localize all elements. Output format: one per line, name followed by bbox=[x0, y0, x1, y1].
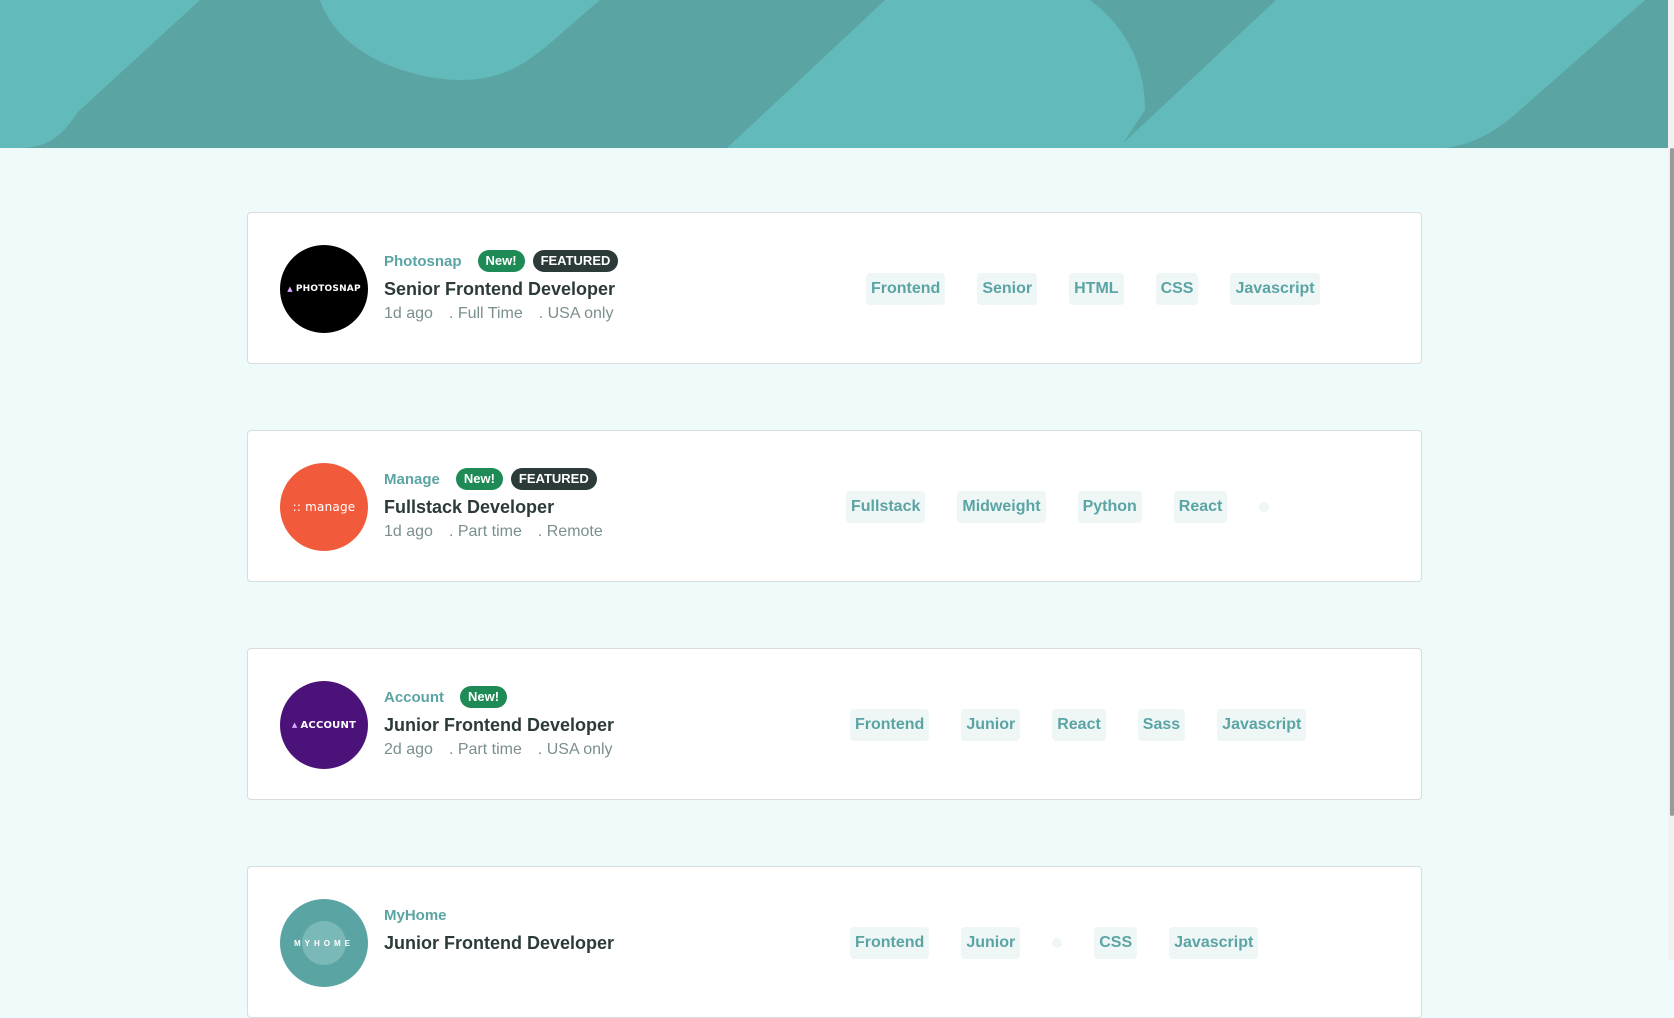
job-card[interactable]: ▲ ACCOUNT Account New! Junior Frontend D… bbox=[247, 648, 1422, 800]
job-meta: 1d ago . Part time . Remote bbox=[384, 521, 619, 543]
tag-css[interactable]: CSS bbox=[1155, 273, 1199, 305]
posted-at: 1d ago bbox=[384, 523, 433, 540]
tag-javascript[interactable]: Javascript bbox=[1169, 927, 1259, 959]
company-name: Manage bbox=[384, 470, 440, 488]
contract-type: . Full Time bbox=[448, 305, 523, 322]
empty-tag bbox=[1259, 502, 1270, 512]
tag-junior[interactable]: Junior bbox=[961, 709, 1021, 741]
tag-list: Frontend Junior CSS Javascript bbox=[850, 927, 1290, 959]
job-card[interactable]: :: manage Manage New! FEATURED Fullstack… bbox=[247, 430, 1422, 582]
job-position[interactable]: Junior Frontend Developer bbox=[384, 713, 629, 737]
job-position[interactable]: Fullstack Developer bbox=[384, 495, 619, 519]
contract-type: . Part time bbox=[448, 523, 522, 540]
tag-list: Frontend Senior HTML CSS Javascript bbox=[866, 273, 1352, 305]
tag-midweight[interactable]: Midweight bbox=[957, 491, 1046, 523]
job-info: Photosnap New! FEATURED Senior Frontend … bbox=[384, 249, 629, 325]
scrollbar-thumb[interactable] bbox=[1670, 148, 1674, 816]
triangle-icon: ▲ bbox=[287, 285, 293, 293]
posted-at: 1d ago bbox=[384, 305, 433, 322]
job-card[interactable]: MYHOME MyHome Junior Frontend Developer … bbox=[247, 866, 1422, 1018]
company-logo-text: MYHOME bbox=[294, 938, 354, 948]
logo-label: ACCOUNT bbox=[300, 719, 357, 731]
tag-frontend[interactable]: Frontend bbox=[850, 709, 930, 741]
header-banner bbox=[0, 0, 1674, 148]
job-location: . USA only bbox=[538, 305, 614, 322]
featured-badge: FEATURED bbox=[510, 468, 597, 490]
tag-react[interactable]: React bbox=[1173, 491, 1228, 523]
featured-badge: FEATURED bbox=[532, 250, 619, 272]
posted-at: 2d ago bbox=[384, 741, 433, 758]
new-badge: New! bbox=[460, 686, 508, 708]
tag-frontend[interactable]: Frontend bbox=[866, 273, 946, 305]
job-location: . Remote bbox=[537, 523, 603, 540]
new-badge: New! bbox=[477, 250, 525, 272]
tag-css[interactable]: CSS bbox=[1094, 927, 1138, 959]
tag-list: Fullstack Midweight Python React bbox=[846, 491, 1301, 523]
tag-list: Frontend Junior React Sass Javascript bbox=[850, 709, 1338, 741]
company-logo: ▲ ACCOUNT bbox=[280, 681, 368, 769]
job-info: Manage New! FEATURED Fullstack Developer… bbox=[384, 467, 619, 543]
company-logo-text: ▲ PHOTOSNAP bbox=[287, 284, 361, 294]
new-badge: New! bbox=[455, 468, 503, 490]
company-name: Photosnap bbox=[384, 252, 462, 270]
job-position[interactable]: Senior Frontend Developer bbox=[384, 277, 629, 301]
triangle-icon: ▲ bbox=[291, 721, 298, 729]
tag-javascript[interactable]: Javascript bbox=[1217, 709, 1307, 741]
tag-html[interactable]: HTML bbox=[1069, 273, 1124, 305]
job-card[interactable]: ▲ PHOTOSNAP Photosnap New! FEATURED Seni… bbox=[247, 212, 1422, 364]
company-logo-text: ▲ ACCOUNT bbox=[292, 720, 356, 731]
company-logo: :: manage bbox=[280, 463, 368, 551]
tag-python[interactable]: Python bbox=[1077, 491, 1142, 523]
job-location: . USA only bbox=[537, 741, 613, 758]
company-logo: ▲ PHOTOSNAP bbox=[280, 245, 368, 333]
tag-frontend[interactable]: Frontend bbox=[850, 927, 930, 959]
company-name: MyHome bbox=[384, 906, 447, 924]
logo-label: PHOTOSNAP bbox=[295, 284, 361, 294]
tag-fullstack[interactable]: Fullstack bbox=[846, 491, 926, 523]
job-info: MyHome Junior Frontend Developer bbox=[384, 903, 614, 955]
contract-type: . Part time bbox=[448, 741, 522, 758]
tag-javascript[interactable]: Javascript bbox=[1230, 273, 1320, 305]
company-name: Account bbox=[384, 688, 444, 706]
company-logo-text: :: manage bbox=[292, 500, 356, 514]
job-info: Account New! Junior Frontend Developer 2… bbox=[384, 685, 629, 761]
tag-sass[interactable]: Sass bbox=[1137, 709, 1186, 741]
tag-junior[interactable]: Junior bbox=[961, 927, 1021, 959]
job-position[interactable]: Junior Frontend Developer bbox=[384, 931, 614, 955]
job-meta: 2d ago . Part time . USA only bbox=[384, 739, 629, 761]
header-pattern bbox=[0, 0, 1674, 148]
tag-senior[interactable]: Senior bbox=[977, 273, 1038, 305]
job-meta: 1d ago . Full Time . USA only bbox=[384, 303, 629, 325]
tag-react[interactable]: React bbox=[1052, 709, 1106, 741]
company-logo: MYHOME bbox=[280, 899, 368, 987]
empty-tag bbox=[1052, 938, 1063, 948]
scrollbar[interactable] bbox=[1668, 0, 1674, 960]
